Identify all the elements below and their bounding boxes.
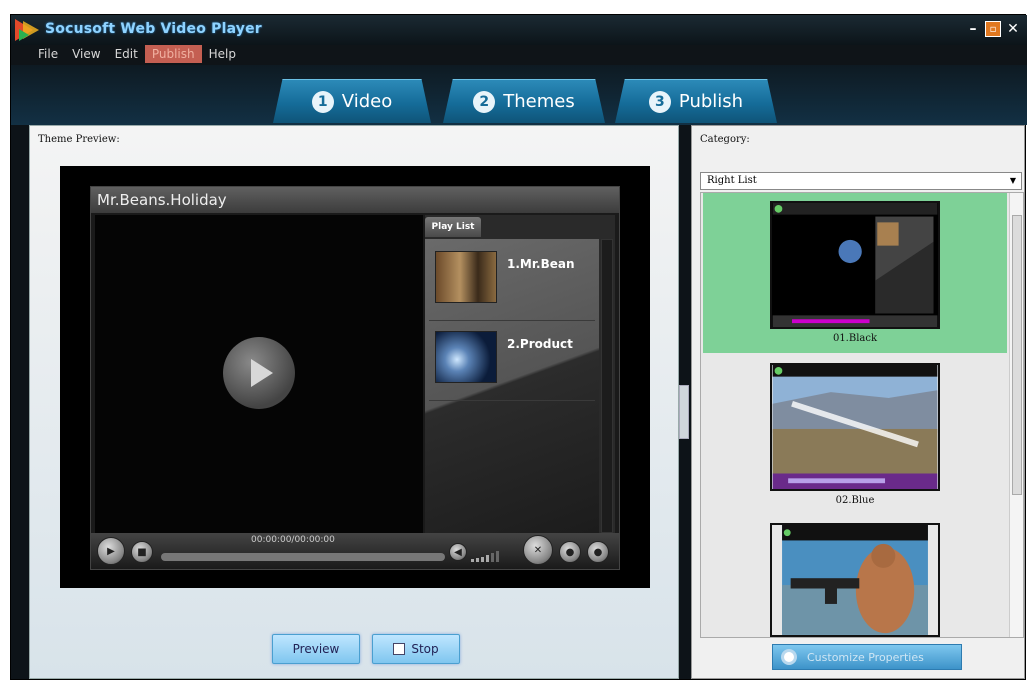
tab-themes[interactable]: 2 Themes [443, 79, 605, 123]
tab-publish[interactable]: 3 Publish [615, 79, 777, 123]
category-value: Right List [707, 175, 757, 186]
stop-preview-button[interactable]: Stop [372, 634, 460, 664]
theme-preview-panel: Theme Preview: Mr.Beans.Holiday Play Lis… [29, 125, 679, 679]
theme-thumbnail [770, 523, 940, 637]
timecode: 00:00:00/00:00:00 [251, 535, 335, 545]
menu-edit[interactable]: Edit [108, 45, 145, 63]
tab-video[interactable]: 1 Video [273, 79, 431, 123]
playlist-panel: Play List 1.Mr.Bean 2.Product [425, 215, 615, 533]
minimize-icon[interactable]: – [965, 21, 981, 37]
menu-bar: File View Edit Publish Help [11, 45, 1027, 65]
playlist-item[interactable]: 1.Mr.Bean [429, 245, 595, 321]
preview-button[interactable]: Preview [272, 634, 360, 664]
close-icon[interactable]: ✕ [1005, 21, 1021, 37]
app-title: Socusoft Web Video Player [45, 21, 262, 37]
volume-level-icon[interactable] [471, 547, 515, 563]
app-logo-icon [15, 19, 39, 41]
menu-publish[interactable]: Publish [144, 45, 202, 63]
playlist-item-label: 1.Mr.Bean [507, 257, 575, 271]
playlist-tab[interactable]: Play List [425, 217, 481, 237]
stop-checkbox-icon [393, 643, 406, 655]
category-label: Category: [700, 134, 750, 145]
theme-list-scrollbar[interactable] [1009, 193, 1023, 637]
tab-label: Themes [503, 91, 575, 112]
player-controls: ▶ ■ 00:00:00/00:00:00 ◀ ✕ ● ● [91, 533, 619, 569]
chevron-down-icon: ▼ [1009, 176, 1017, 185]
category-dropdown[interactable]: Right List ▼ [700, 172, 1022, 190]
title-bar: Socusoft Web Video Player – ▫ ✕ [11, 15, 1027, 45]
tab-label: Publish [678, 91, 744, 112]
window-controls: – ▫ ✕ [965, 21, 1021, 37]
step-number-icon: 2 [473, 90, 496, 113]
panel-splitter-handle[interactable] [679, 385, 689, 439]
menu-help[interactable]: Help [202, 45, 243, 63]
video-thumbnail [435, 331, 497, 383]
volume-icon[interactable]: ◀ [449, 543, 467, 561]
theme-label: 01.Black [832, 333, 878, 344]
menu-file[interactable]: File [31, 45, 65, 63]
theme-preview-label: Theme Preview: [38, 134, 120, 145]
stop-button[interactable]: ■ [131, 541, 153, 563]
theme-item-black[interactable]: 01.Black [703, 193, 1007, 353]
player-title: Mr.Beans.Holiday [91, 187, 619, 213]
theme-thumbnail [770, 201, 940, 329]
stop-button-label: Stop [411, 642, 439, 656]
seek-bar[interactable] [161, 553, 445, 561]
tab-label: Video [341, 91, 393, 112]
playlist-item-label: 2.Product [507, 337, 573, 351]
maximize-icon[interactable]: ▫ [985, 21, 1001, 37]
settings-icon[interactable]: ● [559, 541, 581, 563]
playlist-scrollbar[interactable] [601, 239, 613, 533]
step-tabs: 1 Video 2 Themes 3 Publish [11, 65, 1027, 125]
customize-label: Customize Properties [807, 650, 924, 664]
step-number-icon: 3 [648, 90, 671, 113]
theme-item-blue[interactable]: 02.Blue [703, 355, 1007, 513]
share-icon[interactable]: ● [587, 541, 609, 563]
gear-icon [781, 649, 797, 665]
theme-thumbnail [770, 363, 940, 491]
video-area[interactable] [95, 215, 423, 533]
playlist-list: 1.Mr.Bean 2.Product [425, 239, 599, 533]
scrollbar-thumb[interactable] [1012, 215, 1022, 495]
step-number-icon: 1 [311, 90, 334, 113]
video-thumbnail [435, 251, 497, 303]
preview-frame: Mr.Beans.Holiday Play List 1.Mr.Bean 2.P… [60, 166, 650, 588]
playlist-item[interactable]: 2.Product [429, 325, 595, 401]
theme-category-panel: Category: Right List ▼ 01.Black 02.Blue … [691, 125, 1025, 679]
player-preview: Mr.Beans.Holiday Play List 1.Mr.Bean 2.P… [90, 186, 620, 570]
app-window: Socusoft Web Video Player – ▫ ✕ File Vie… [10, 14, 1027, 680]
theme-label: 02.Blue [835, 495, 875, 506]
play-button[interactable]: ▶ [97, 537, 125, 565]
customize-properties-button[interactable]: Customize Properties [772, 644, 962, 670]
theme-list: 01.Black 02.Blue [700, 192, 1024, 638]
preview-button-label: Preview [292, 642, 340, 656]
play-icon[interactable] [223, 337, 295, 409]
fullscreen-icon[interactable]: ✕ [523, 535, 553, 565]
menu-view[interactable]: View [65, 45, 107, 63]
theme-item-3[interactable] [703, 515, 1007, 637]
